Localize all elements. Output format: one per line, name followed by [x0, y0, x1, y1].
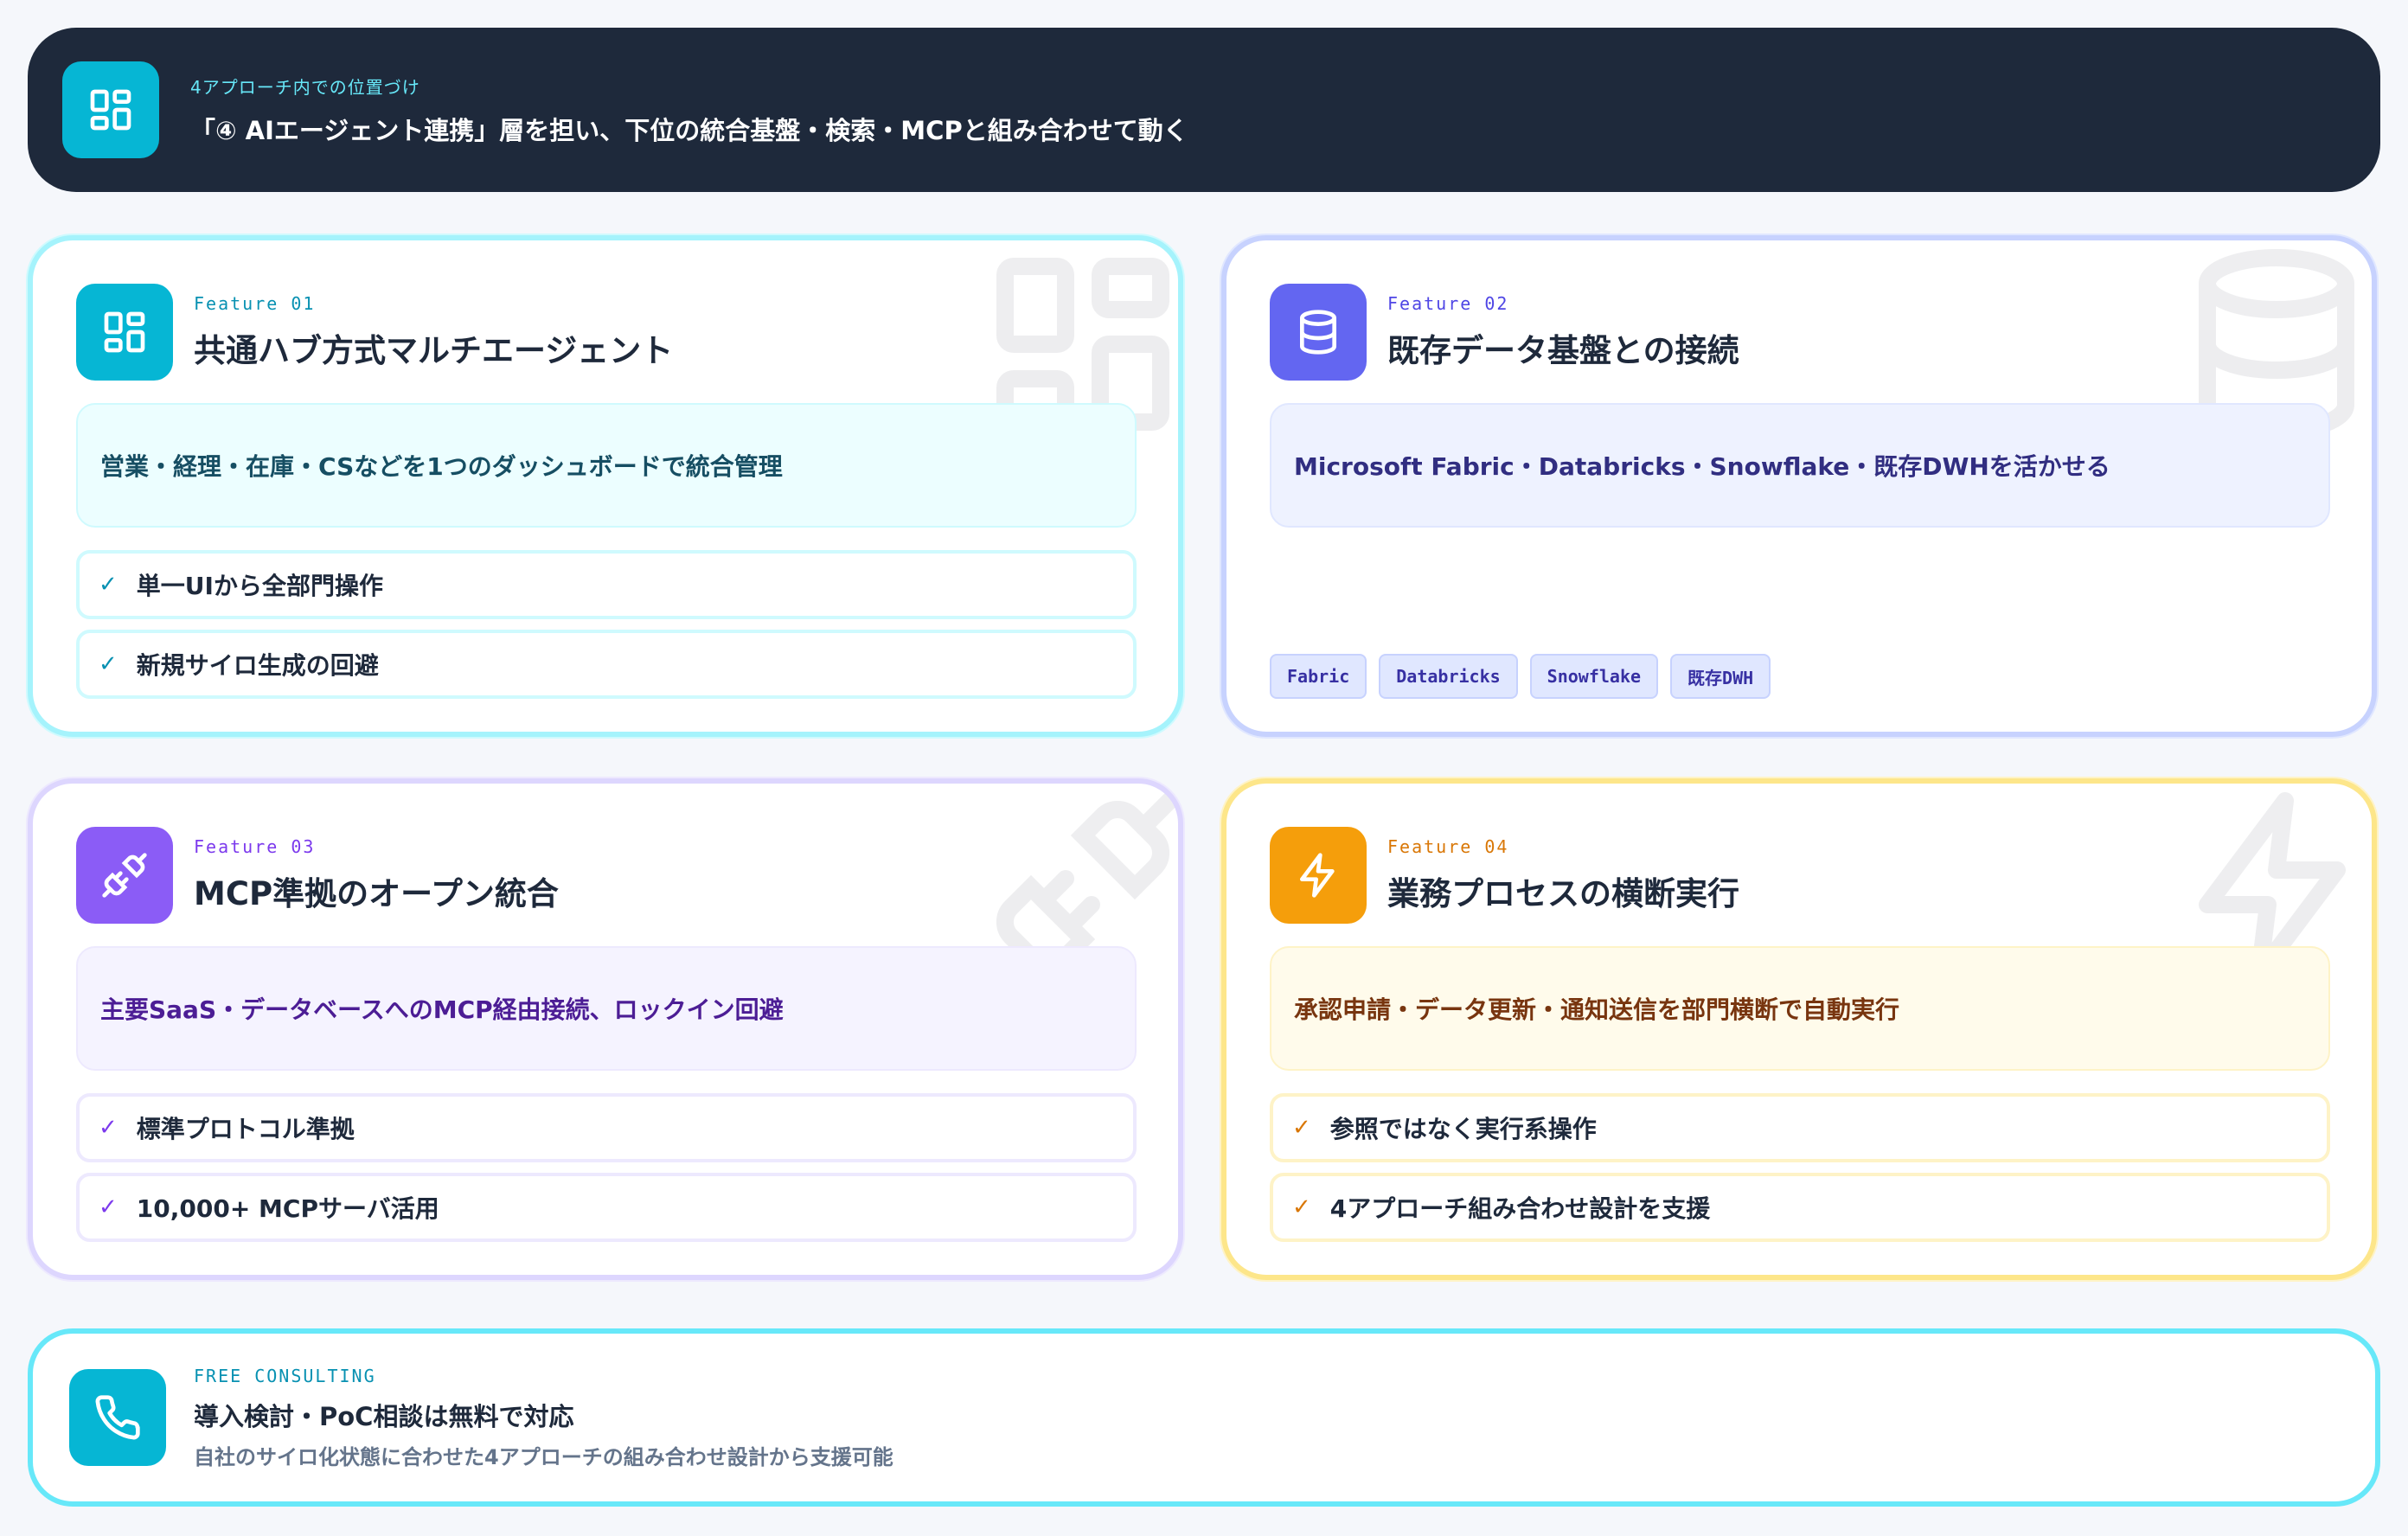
dashboard-grid-icon	[62, 61, 159, 158]
checklist-item: ✓ 10,000+ MCPサーバ活用	[76, 1173, 1137, 1242]
feature-card-process: Feature 04 業務プロセスの横断実行 承認申請・データ更新・通知送信を部…	[1221, 778, 2377, 1280]
feature-title: MCP準拠のオープン統合	[194, 875, 559, 912]
database-icon	[1270, 284, 1367, 381]
feature-title: 共通ハブ方式マルチエージェント	[194, 332, 674, 369]
platform-tag: Fabric	[1270, 654, 1367, 699]
feature-card-data-platform: Feature 02 既存データ基盤との接続 Microsoft Fabric・…	[1221, 235, 2377, 737]
platform-tag: 既存DWH	[1670, 654, 1771, 699]
feature-checklist: ✓ 参照ではなく実行系操作 ✓ 4アプローチ組み合わせ設計を支援	[1270, 1093, 2330, 1252]
check-icon: ✓	[99, 1115, 118, 1141]
feature-summary: Microsoft Fabric・Databricks・Snowflake・既存…	[1270, 403, 2330, 528]
check-icon: ✓	[1292, 1115, 1311, 1141]
feature-number: Feature 03	[194, 836, 316, 857]
feature-title: 既存データ基盤との接続	[1387, 332, 1739, 369]
feature-card-hub: Feature 01 共通ハブ方式マルチエージェント 営業・経理・在庫・CSなど…	[28, 235, 1183, 737]
feature-summary: 営業・経理・在庫・CSなどを1つのダッシュボードで統合管理	[76, 403, 1137, 528]
check-icon: ✓	[99, 572, 118, 598]
checklist-item: ✓ 参照ではなく実行系操作	[1270, 1093, 2330, 1162]
plug-icon	[76, 827, 173, 924]
checklist-item-label: 単一UIから全部門操作	[136, 572, 383, 600]
checklist-item: ✓ 単一UIから全部門操作	[76, 550, 1137, 619]
platform-tag: Snowflake	[1529, 654, 1659, 699]
checklist-item-label: 4アプローチ組み合わせ設計を支援	[1329, 1194, 1711, 1223]
phone-icon	[69, 1369, 166, 1466]
platform-tag: Databricks	[1379, 654, 1518, 699]
checklist-item-label: 標準プロトコル準拠	[136, 1115, 355, 1143]
position-banner: 4アプローチ内での位置づけ 「④ AIエージェント連携」層を担い、下位の統合基盤…	[28, 28, 2380, 192]
feature-title: 業務プロセスの横断実行	[1387, 875, 1739, 912]
checklist-item-label: 10,000+ MCPサーバ活用	[136, 1194, 439, 1223]
feature-number: Feature 01	[194, 293, 316, 314]
lightning-icon	[1270, 827, 1367, 924]
check-icon: ✓	[1292, 1194, 1311, 1220]
dashboard-grid-icon	[76, 284, 173, 381]
feature-number: Feature 04	[1387, 836, 1509, 857]
feature-checklist: ✓ 単一UIから全部門操作 ✓ 新規サイロ生成の回避	[76, 550, 1137, 709]
checklist-item: ✓ 標準プロトコル準拠	[76, 1093, 1137, 1162]
checklist-item: ✓ 4アプローチ組み合わせ設計を支援	[1270, 1173, 2330, 1242]
checklist-item-label: 参照ではなく実行系操作	[1329, 1115, 1597, 1143]
cta-title: 導入検討・PoC相談は無料で対応	[194, 1401, 574, 1431]
cta-subtitle: 自社のサイロ化状態に合わせた4アプローチの組み合わせ設計から支援可能	[194, 1444, 893, 1469]
feature-summary: 承認申請・データ更新・通知送信を部門横断で自動実行	[1270, 946, 2330, 1071]
platform-tags: Fabric Databricks Snowflake 既存DWH	[1270, 654, 1771, 699]
banner-eyebrow: 4アプローチ内での位置づけ	[190, 76, 420, 98]
feature-card-mcp: Feature 03 MCP準拠のオープン統合 主要SaaS・データベースへのM…	[28, 778, 1183, 1280]
banner-title: 「④ AIエージェント連携」層を担い、下位の統合基盤・検索・MCPと組み合わせて…	[190, 115, 1188, 145]
feature-number: Feature 02	[1387, 293, 1509, 314]
feature-checklist: ✓ 標準プロトコル準拠 ✓ 10,000+ MCPサーバ活用	[76, 1093, 1137, 1252]
cta-eyebrow: FREE CONSULTING	[194, 1365, 376, 1386]
checklist-item-label: 新規サイロ生成の回避	[136, 651, 379, 680]
check-icon: ✓	[99, 1194, 118, 1220]
checklist-item: ✓ 新規サイロ生成の回避	[76, 630, 1137, 699]
feature-summary: 主要SaaS・データベースへのMCP経由接続、ロックイン回避	[76, 946, 1137, 1071]
free-consulting-cta[interactable]: FREE CONSULTING 導入検討・PoC相談は無料で対応 自社のサイロ化…	[28, 1328, 2380, 1507]
check-icon: ✓	[99, 651, 118, 677]
